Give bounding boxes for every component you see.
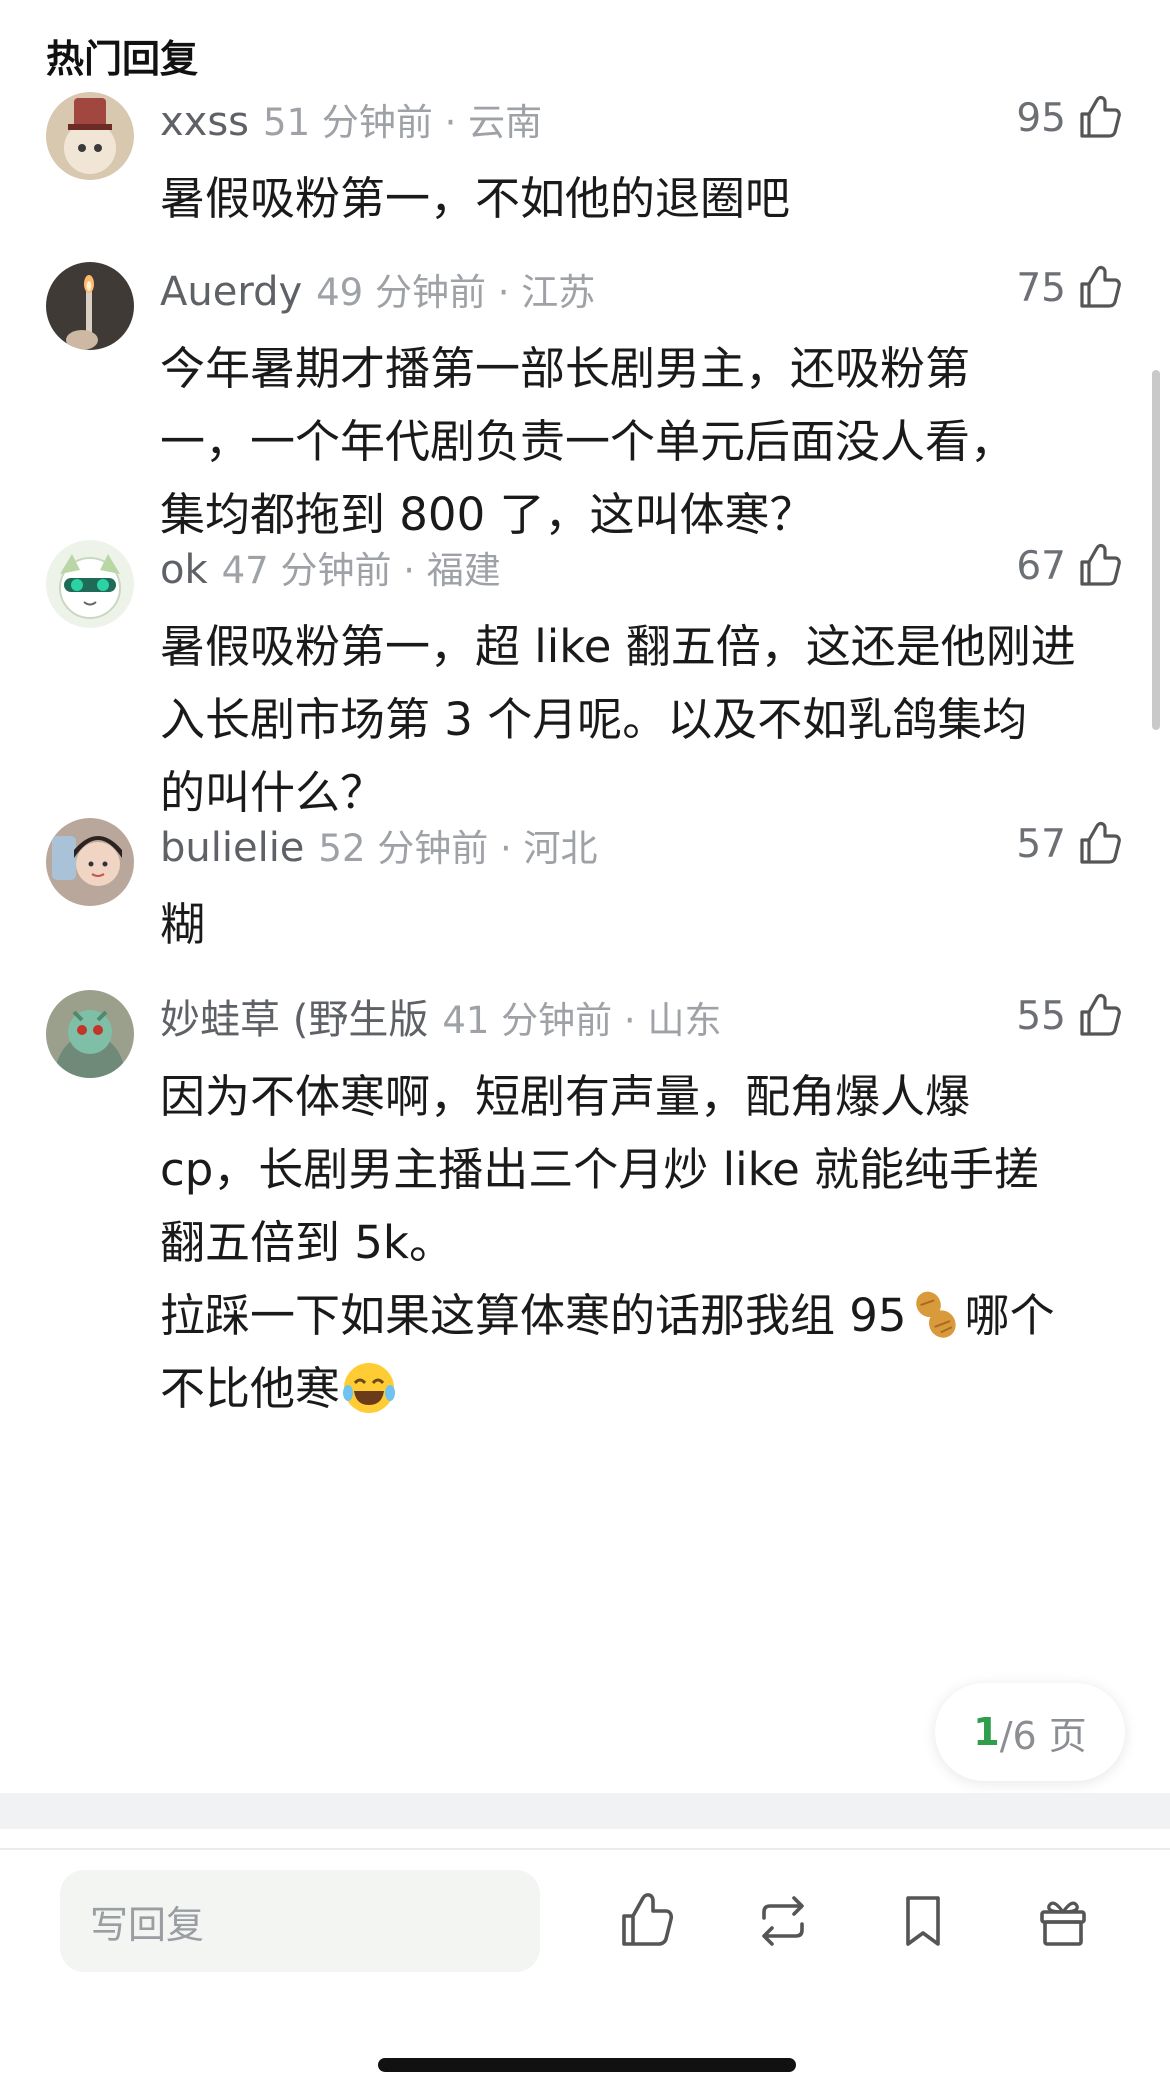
- avatar[interactable]: [46, 990, 134, 1078]
- bookmark-icon[interactable]: [890, 1888, 956, 1954]
- comment-line: cp，长剧男主播出三个月炒 like 就能纯手搓: [160, 1143, 1040, 1196]
- like-count: 55: [1016, 993, 1066, 1039]
- time-location: 51 分钟前 · 云南: [263, 101, 543, 144]
- thumbs-up-icon[interactable]: [1072, 540, 1124, 592]
- avatar[interactable]: [46, 262, 134, 350]
- username[interactable]: ok: [160, 547, 208, 593]
- thumbs-up-icon[interactable]: [1072, 92, 1124, 144]
- comment-line: 集均都拖到 800 了，这叫体寒？: [160, 488, 815, 541]
- comment-text: 因为不体寒啊，短剧有声量，配角爆人爆 cp，长剧男主播出三个月炒 like 就能…: [160, 1060, 1130, 1425]
- comment-line: 今年暑期才播第一部长剧男主，还吸粉第: [160, 342, 971, 395]
- comment-meta: ok 47 分钟前 · 福建: [160, 546, 501, 595]
- like-button[interactable]: 95: [1016, 92, 1124, 144]
- comment-text: 暑假吸粉第一，不如他的退圈吧: [160, 162, 1130, 235]
- hot-replies-title: 热门回复: [46, 37, 199, 81]
- comment-meta: xxss 51 分钟前 · 云南: [160, 98, 542, 147]
- comment-line: 因为不体寒啊，短剧有声量，配角爆人爆: [160, 1070, 971, 1123]
- avatar[interactable]: [46, 818, 134, 906]
- thumbs-up-icon[interactable]: [1072, 262, 1124, 314]
- time-location: 47 分钟前 · 福建: [221, 549, 501, 592]
- time-location: 49 分钟前 · 江苏: [316, 271, 596, 314]
- comment-line-text: 拉踩一下如果这算体寒的话那我组 95: [160, 1289, 907, 1342]
- like-button[interactable]: 67: [1016, 540, 1124, 592]
- pagination-indicator[interactable]: 1/6 页: [935, 1683, 1125, 1781]
- like-button[interactable]: 75: [1016, 262, 1124, 314]
- time-location: 52 分钟前 · 河北: [318, 827, 598, 870]
- reply-placeholder: 写回复: [90, 1902, 205, 1947]
- comment-line: 入长剧市场第 3 个月呢。以及不如乳鸽集均: [160, 693, 1028, 746]
- comment-meta: bulielie 52 分钟前 · 河北: [160, 824, 598, 873]
- home-indicator[interactable]: [378, 2058, 796, 2072]
- comment-line: 糊: [160, 898, 206, 951]
- like-button[interactable]: 57: [1016, 818, 1124, 870]
- comment-line: 一，一个年代剧负责一个单元后面没人看，: [160, 415, 1016, 468]
- repost-icon[interactable]: [750, 1888, 816, 1954]
- comment-line: 翻五倍到 5k。: [160, 1216, 454, 1269]
- username[interactable]: 妙蛙草 (野生版: [160, 997, 428, 1043]
- comment-meta: 妙蛙草 (野生版 41 分钟前 · 山东: [160, 996, 721, 1045]
- comment-text: 暑假吸粉第一，超 like 翻五倍，这还是他刚进 入长剧市场第 3 个月呢。以及…: [160, 610, 1130, 829]
- thumbs-up-icon[interactable]: [612, 1888, 678, 1954]
- bottom-bar-divider: [0, 1848, 1170, 1850]
- like-count: 75: [1016, 265, 1066, 311]
- comment-line: 拉踩一下如果这算体寒的话那我组 95 哪个: [160, 1279, 1130, 1352]
- page-total: /6 页: [999, 1713, 1087, 1758]
- comment-line: 的叫什么？: [160, 766, 386, 819]
- comment-text: 今年暑期才播第一部长剧男主，还吸粉第 一，一个年代剧负责一个单元后面没人看， 集…: [160, 332, 1130, 551]
- comment-line-text: 哪个: [964, 1289, 1055, 1342]
- scrollbar[interactable]: [1152, 370, 1160, 730]
- reply-input[interactable]: 写回复: [60, 1870, 540, 1972]
- comment-line-text: 不比他寒: [160, 1362, 341, 1415]
- tears-of-joy-emoji: [343, 1363, 396, 1413]
- avatar[interactable]: [46, 92, 134, 180]
- like-count: 67: [1016, 543, 1066, 589]
- time-location: 41 分钟前 · 山东: [442, 999, 722, 1042]
- thumbs-up-icon[interactable]: [1072, 990, 1124, 1042]
- like-count: 57: [1016, 821, 1066, 867]
- comment-text: 糊: [160, 888, 1130, 961]
- section-divider: [0, 1793, 1170, 1829]
- gift-icon[interactable]: [1030, 1888, 1096, 1954]
- comment-line: 暑假吸粉第一，不如他的退圈吧: [160, 172, 791, 225]
- avatar[interactable]: [46, 540, 134, 628]
- page-current: 1: [973, 1710, 1000, 1754]
- username[interactable]: bulielie: [160, 825, 304, 871]
- username[interactable]: xxss: [160, 99, 249, 145]
- username[interactable]: Auerdy: [160, 269, 302, 315]
- comment-line: 暑假吸粉第一，超 like 翻五倍，这还是他刚进: [160, 620, 1076, 673]
- comment-meta: Auerdy 49 分钟前 · 江苏: [160, 268, 595, 317]
- thumbs-up-icon[interactable]: [1072, 818, 1124, 870]
- peanut-emoji: [915, 1291, 956, 1338]
- comment-line: 不比他寒: [160, 1352, 1130, 1425]
- like-count: 95: [1016, 95, 1066, 141]
- like-button[interactable]: 55: [1016, 990, 1124, 1042]
